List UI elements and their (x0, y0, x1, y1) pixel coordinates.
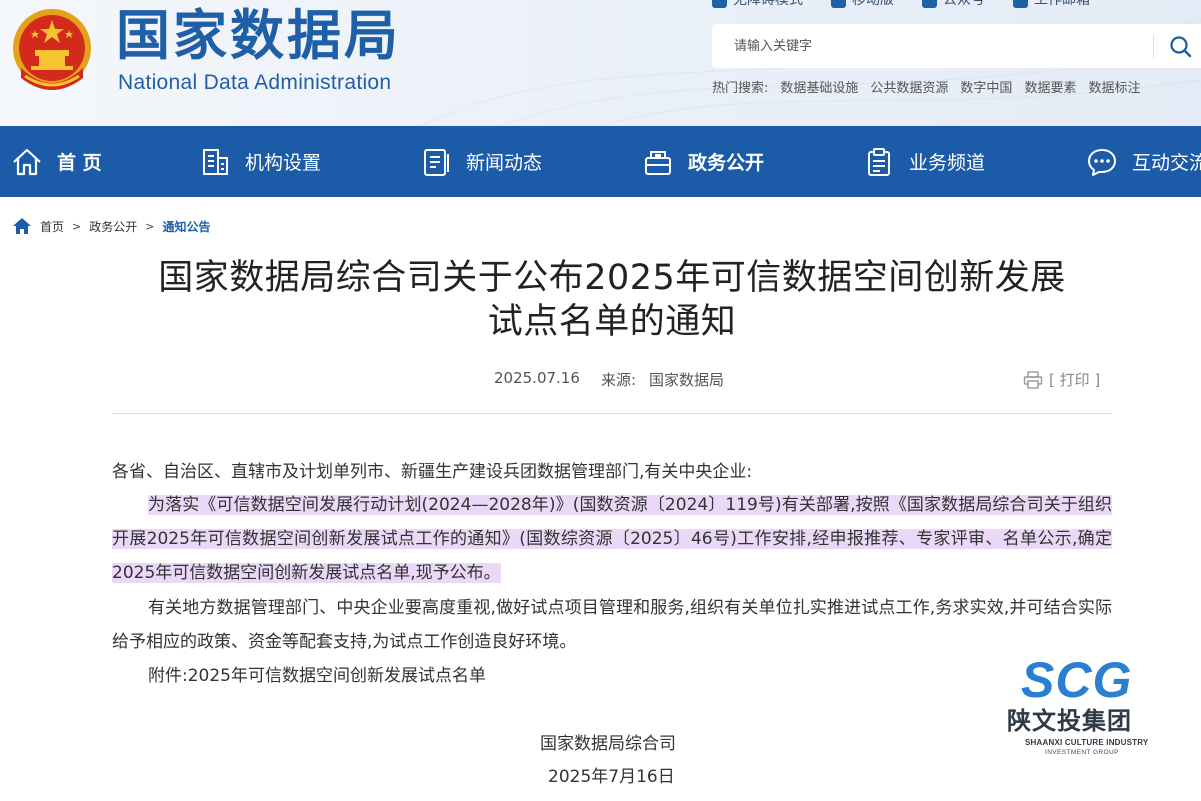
nav-item-label: 机构设置 (245, 152, 322, 174)
wechat-link-label: 公众号 (943, 0, 985, 8)
breadcrumb-current[interactable]: 通知公告 (162, 218, 210, 235)
hot-search-item[interactable]: 数字中国 (960, 80, 1012, 98)
search-box (712, 24, 1201, 68)
article-title-line: 试点名单的通知 (487, 302, 737, 342)
hot-search-item[interactable]: 公共数据资源 (870, 80, 948, 98)
site-title-english[interactable]: National Data Administration (118, 70, 391, 96)
breadcrumb-separator: > (145, 219, 155, 233)
clipboard-icon (868, 147, 890, 176)
watermark-name: 陕文投集团 (1007, 707, 1132, 735)
government-affairs-icon (645, 150, 671, 175)
wechat-icon (922, 0, 937, 8)
site-title[interactable]: 国家数据局 (116, 4, 401, 68)
nav-item-label: 互动交流 (1132, 152, 1201, 174)
article-attachment[interactable]: 附件:2025年可信数据空间创新发展试点名单 (112, 659, 1112, 693)
top-links: 无障碍模式 移动版 公众号 工作邮箱 (712, 0, 1118, 10)
hot-search-item[interactable]: 数据标注 (1088, 80, 1140, 98)
nav-item-organization[interactable]: 机构设置 (199, 126, 321, 197)
article-source-label: 来源: (601, 371, 637, 389)
breadcrumb: 首页 > 政务公开 > 通知公告 (12, 216, 210, 236)
article-meta: 2025.07.16 来源: 国家数据局 (112, 369, 1112, 391)
watermark-logo: SCG 陕文投集团 SHAANXI CULTURE INDUSTRY INVES… (1003, 652, 1161, 762)
home-icon (13, 148, 41, 175)
breadcrumb-separator: > (72, 219, 82, 233)
mobile-link[interactable]: 移动版 (831, 0, 894, 10)
nav-item-label: 业务频道 (909, 152, 986, 174)
hot-search-label: 热门搜索: (712, 81, 769, 96)
highlighted-text: 为落实《可信数据空间发展行动计划(2024—2028年)》(国数资源〔2024〕… (112, 495, 1112, 583)
main-nav: 首 页 机构设置 新闻动态 政务公开 业务频道 互动交流 (0, 126, 1201, 197)
nav-item-news[interactable]: 新闻动态 (420, 126, 542, 197)
mobile-icon (831, 0, 846, 8)
article-signature: 国家数据局综合司 (540, 734, 676, 754)
hot-search-item[interactable]: 数据要素 (1024, 80, 1076, 98)
watermark-name-english: SHAANXI CULTURE INDUSTRY (1025, 738, 1149, 747)
printer-icon (1023, 370, 1043, 389)
chat-icon (1088, 148, 1116, 176)
wechat-link[interactable]: 公众号 (922, 0, 985, 10)
article-sign-date: 2025年7月16日 (548, 767, 675, 787)
article-date: 2025.07.16 (494, 369, 580, 387)
search-input[interactable] (712, 24, 1152, 68)
accessibility-icon (712, 0, 727, 8)
building-icon (203, 148, 228, 175)
search-divider (1153, 34, 1154, 58)
article-source: 国家数据局 (649, 371, 725, 389)
article-title-line: 国家数据局综合司关于公布2025年可信数据空间创新发展 (158, 258, 1066, 298)
breadcrumb-home[interactable]: 首页 (40, 218, 64, 235)
mail-link-label: 工作邮箱 (1034, 0, 1090, 8)
national-emblem-icon[interactable] (11, 6, 93, 94)
nav-item-government-affairs[interactable]: 政务公开 (642, 126, 764, 197)
watermark-brand: SCG (1021, 652, 1133, 708)
print-label: [ 打印 ] (1049, 371, 1101, 389)
hot-search-item[interactable]: 数据基础设施 (780, 80, 858, 98)
mail-link[interactable]: 工作邮箱 (1013, 0, 1090, 10)
home-icon[interactable] (12, 217, 32, 235)
accessibility-link-label: 无障碍模式 (733, 0, 803, 8)
hot-search: 热门搜索: 数据基础设施 公共数据资源 数字中国 数据要素 数据标注 (712, 80, 1140, 98)
site-header: 国家数据局 National Data Administration 无障碍模式… (0, 0, 1201, 126)
print-button[interactable]: [ 打印 ] (1023, 369, 1100, 390)
accessibility-link[interactable]: 无障碍模式 (712, 0, 803, 10)
mail-icon (1013, 0, 1028, 8)
article-salutation: 各省、自治区、直辖市及计划单列市、新疆生产建设兵团数据管理部门,有关中央企业: (112, 462, 753, 482)
nav-item-home[interactable]: 首 页 (11, 126, 102, 197)
breadcrumb-government-affairs[interactable]: 政务公开 (89, 218, 137, 235)
search-icon[interactable] (1168, 34, 1194, 60)
news-icon (424, 148, 449, 176)
article-title: 国家数据局综合司关于公布2025年可信数据空间创新发展 试点名单的通知 (112, 256, 1112, 344)
article-paragraph: 为落实《可信数据空间发展行动计划(2024—2028年)》(国数资源〔2024〕… (112, 488, 1112, 590)
nav-item-business[interactable]: 业务频道 (863, 126, 985, 197)
watermark-name-english: INVESTMENT GROUP (1045, 749, 1119, 756)
nav-item-label: 新闻动态 (466, 152, 543, 174)
nav-item-label: 首 页 (57, 152, 102, 174)
divider (112, 413, 1112, 414)
nav-item-label: 政务公开 (688, 152, 765, 174)
mobile-link-label: 移动版 (852, 0, 894, 8)
article-paragraph: 有关地方数据管理部门、中央企业要高度重视,做好试点项目管理和服务,组织有关单位扎… (112, 598, 1112, 652)
nav-item-interaction[interactable]: 互动交流 (1086, 126, 1201, 197)
